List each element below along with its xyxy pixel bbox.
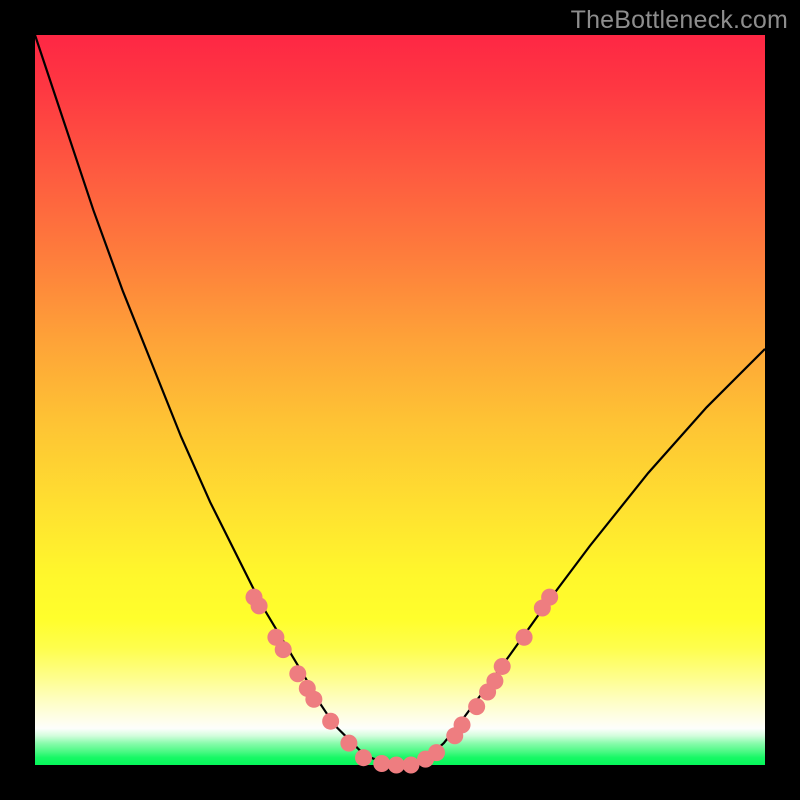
data-marker — [428, 744, 445, 761]
data-marker — [340, 735, 357, 752]
data-marker — [454, 716, 471, 733]
data-marker — [388, 757, 405, 774]
data-marker — [541, 589, 558, 606]
bottleneck-curve — [35, 35, 765, 765]
chart-frame: TheBottleneck.com — [0, 0, 800, 800]
data-marker — [275, 641, 292, 658]
data-marker — [402, 757, 419, 774]
data-marker — [289, 665, 306, 682]
plot-area — [35, 35, 765, 765]
marker-group — [246, 589, 559, 774]
curve-layer — [35, 35, 765, 765]
watermark-text: TheBottleneck.com — [571, 6, 788, 35]
data-marker — [486, 673, 503, 690]
data-marker — [373, 755, 390, 772]
data-marker — [355, 749, 372, 766]
data-marker — [516, 629, 533, 646]
data-marker — [251, 597, 268, 614]
data-marker — [305, 691, 322, 708]
data-marker — [322, 713, 339, 730]
data-marker — [494, 658, 511, 675]
data-marker — [468, 698, 485, 715]
